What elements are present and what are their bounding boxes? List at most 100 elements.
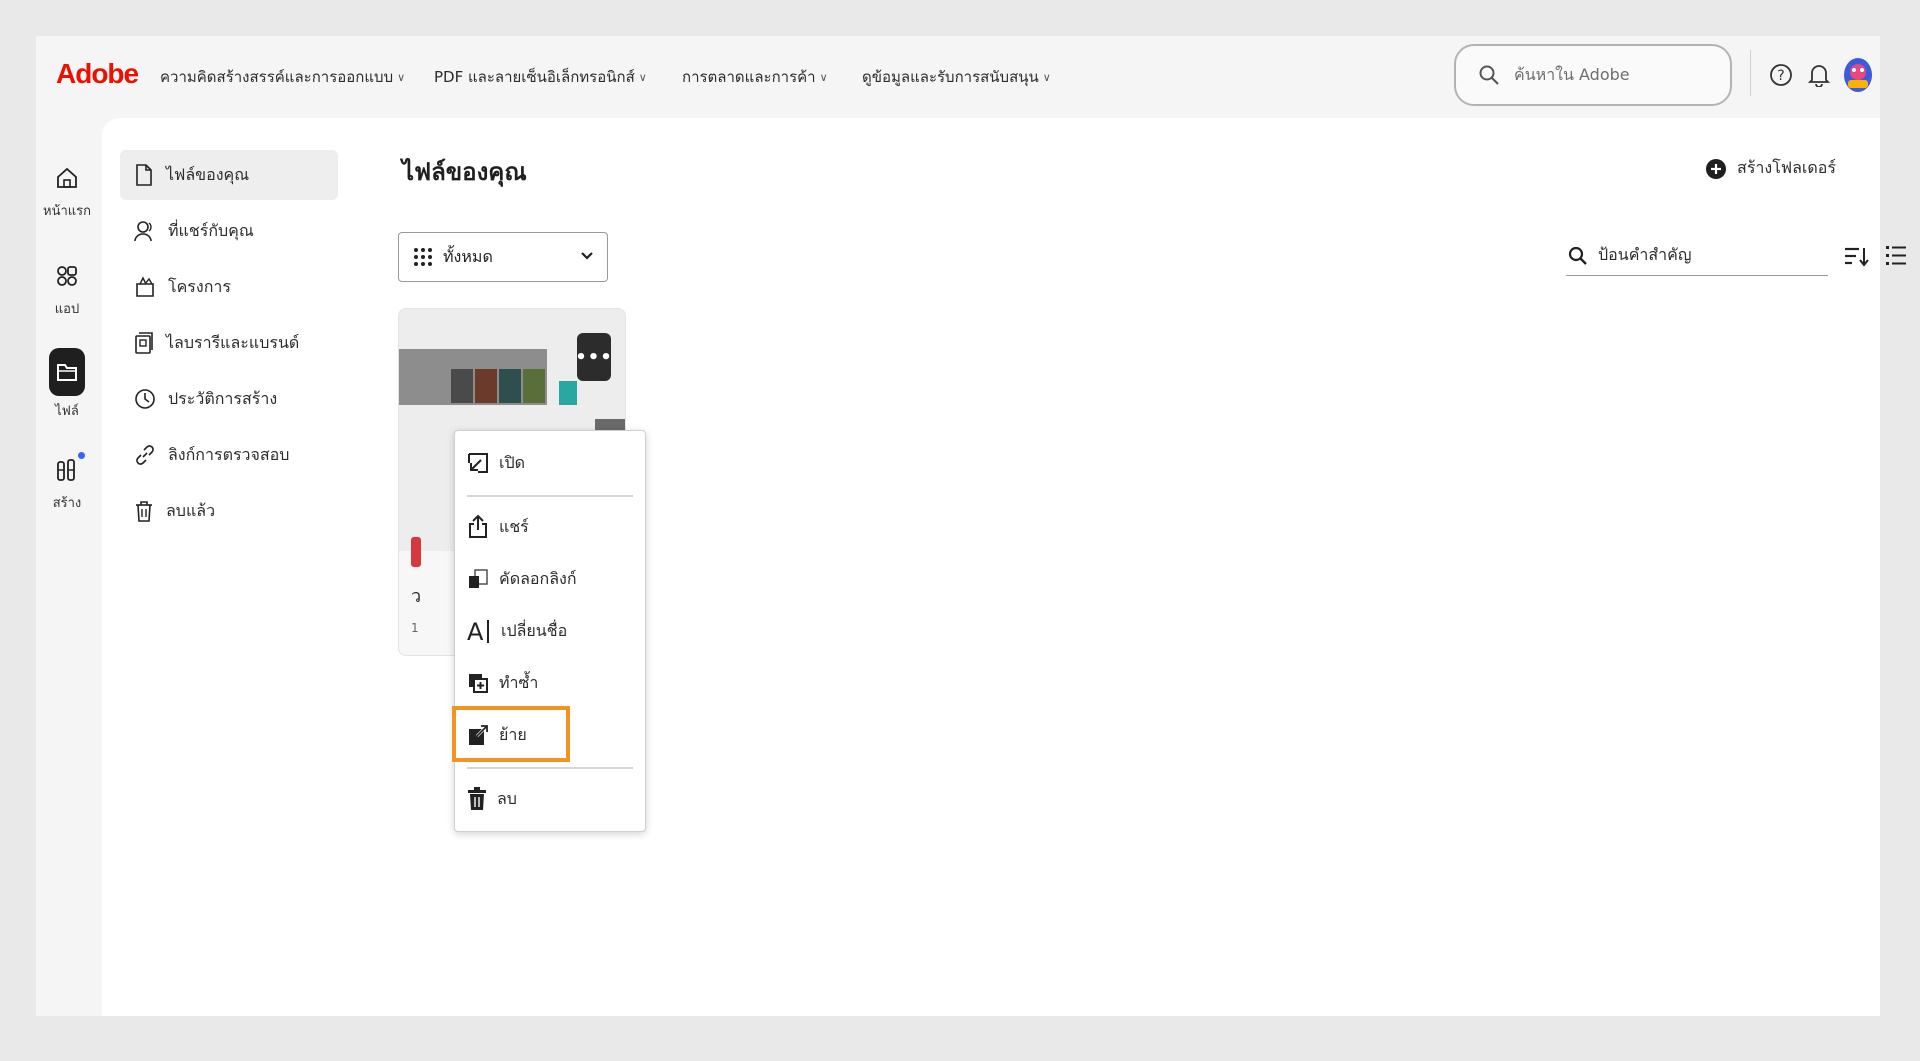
menu-item-label: แชร์	[499, 516, 529, 536]
link-icon	[136, 445, 154, 465]
menu-item-delete[interactable]: ลบ	[467, 779, 635, 819]
delete-icon	[468, 787, 486, 810]
nav-support[interactable]: ดูข้อมูลและรับการสนับสนุน ∨	[862, 64, 1051, 90]
nav-creativity[interactable]: ความคิดสร้างสรรค์และการออกแบบ ∨	[160, 64, 405, 90]
trash-icon	[136, 501, 152, 522]
thumbnail-image	[559, 381, 577, 405]
projects-icon	[136, 276, 154, 297]
nav-pdf[interactable]: PDF และลายเซ็นอิเล็กทรอนิกส์ ∨	[434, 64, 647, 90]
adobe-logo[interactable]: Adobe	[56, 58, 139, 90]
keyword-search-input[interactable]: ป้อนคำสำคัญ	[1566, 236, 1828, 276]
sort-icon[interactable]	[1842, 242, 1870, 270]
sidebar-item-label: ประวัติการสร้าง	[168, 388, 278, 408]
menu-item-label: เปลี่ยนชื่อ	[501, 620, 568, 640]
duplicate-icon	[469, 674, 488, 693]
nav-marketing[interactable]: การตลาดและการค้า ∨	[682, 64, 828, 90]
filter-value: ทั้งหมด	[443, 246, 493, 266]
history-icon	[135, 389, 155, 409]
sidebar-item-label: ไฟล์ของคุณ	[166, 164, 250, 184]
file-type-badge	[411, 537, 421, 567]
bell-icon[interactable]	[1804, 60, 1834, 90]
menu-item-open[interactable]: เปิด	[467, 443, 635, 483]
folder-icon	[49, 348, 85, 396]
keyword-placeholder: ป้อนคำสำคัญ	[1598, 245, 1692, 264]
nav-label: PDF และลายเซ็นอิเล็กทรอนิกส์	[434, 68, 635, 86]
plus-circle-icon	[1706, 158, 1727, 179]
sidebar-item-projects[interactable]: โครงการ	[120, 262, 338, 312]
sidebar-item-libraries[interactable]: ไลบรารีและแบรนด์	[120, 318, 338, 368]
sidebar-item-deleted[interactable]: ลบแล้ว	[120, 486, 338, 536]
library-icon	[135, 332, 153, 354]
file-name: ว	[411, 586, 422, 607]
chevron-down-icon	[581, 252, 593, 260]
sidebar-item-label: ลบแล้ว	[166, 500, 216, 520]
menu-item-label: ทำซ้ำ	[499, 672, 539, 692]
rail-label: หน้าแรก	[43, 204, 91, 219]
grid-icon	[414, 248, 432, 266]
list-view-icon[interactable]	[1882, 242, 1910, 270]
sidebar-item-shared[interactable]: ที่แชร์กับคุณ	[120, 206, 338, 256]
chevron-down-icon: ∨	[819, 70, 828, 84]
thumbnail-image	[499, 369, 521, 403]
file-icon	[136, 164, 152, 186]
sidebar-item-label: ไลบรารีและแบรนด์	[166, 332, 300, 352]
menu-item-duplicate[interactable]: ทำซ้ำ	[467, 663, 635, 703]
menu-item-label: ลบ	[497, 788, 517, 808]
help-icon[interactable]: ?	[1766, 60, 1796, 90]
top-bar: Adobe ความคิดสร้างสรรค์และการออกแบบ ∨ PD…	[36, 36, 1880, 118]
app-window: Adobe ความคิดสร้างสรรค์และการออกแบบ ∨ PD…	[36, 36, 1906, 1016]
nav-label: การตลาดและการค้า	[682, 68, 816, 86]
rail-item-home[interactable]: หน้าแรก	[36, 160, 98, 221]
share-icon	[469, 515, 487, 538]
sidebar-item-label: ลิงก์การตรวจสอบ	[168, 444, 290, 464]
nav-label: ดูข้อมูลและรับการสนับสนุน	[862, 68, 1039, 86]
thumbnail-image	[523, 369, 545, 403]
thumbnail-image	[475, 369, 497, 403]
create-folder-button[interactable]: สร้างโฟลเดอร์	[1705, 156, 1836, 181]
rail-label: สร้าง	[52, 496, 82, 511]
menu-item-share[interactable]: แชร์	[467, 507, 635, 547]
notification-dot	[78, 452, 85, 459]
menu-item-label: เปิด	[499, 452, 526, 472]
menu-divider	[467, 495, 633, 497]
copy-link-icon	[469, 569, 488, 588]
apps-icon	[49, 258, 85, 294]
sidebar-item-history[interactable]: ประวัติการสร้าง	[120, 374, 338, 424]
shared-user-icon	[134, 221, 152, 242]
adobe-search-input[interactable]: ค้นหาใน Adobe	[1454, 44, 1732, 106]
menu-item-label: คัดลอกลิงก์	[499, 568, 577, 588]
sidebar-item-label: ที่แชร์กับคุณ	[168, 220, 254, 240]
file-meta: 1	[411, 621, 419, 635]
search-icon	[1568, 246, 1587, 265]
svg-text:A: A	[467, 618, 484, 644]
rename-icon: A	[467, 618, 489, 644]
chevron-down-icon: ∨	[1042, 70, 1051, 84]
page-title: ไฟล์ของคุณ	[402, 158, 527, 186]
context-menu: เปิด แชร์ คัดลอกลิงก์ A เปลี่ยนชื่อ ทำซ้…	[454, 430, 646, 832]
sidebar-item-label: โครงการ	[168, 276, 231, 296]
create-icon	[49, 452, 85, 488]
rail-item-files[interactable]: ไฟล์	[36, 348, 98, 421]
sidebar-item-your-files[interactable]: ไฟล์ของคุณ	[120, 150, 338, 200]
open-icon	[468, 453, 488, 473]
more-options-button[interactable]: •••	[575, 333, 612, 381]
rail-item-create[interactable]: สร้าง	[36, 452, 98, 513]
avatar[interactable]	[1842, 56, 1874, 94]
search-placeholder: ค้นหาใน Adobe	[1514, 64, 1630, 84]
chevron-down-icon: ∨	[397, 70, 406, 84]
rail-label: แอป	[54, 302, 80, 317]
search-icon	[1479, 65, 1499, 85]
chevron-down-icon: ∨	[638, 70, 647, 84]
move-highlight-box	[452, 706, 570, 762]
nav-label: ความคิดสร้างสรรค์และการออกแบบ	[160, 68, 394, 86]
sidebar-item-review-links[interactable]: ลิงก์การตรวจสอบ	[120, 430, 338, 480]
menu-divider	[467, 767, 633, 769]
content-panel: ไฟล์ของคุณ ที่แชร์กับคุณ โครงการ ไลบรารี…	[102, 118, 1906, 1016]
menu-item-copy-link[interactable]: คัดลอกลิงก์	[467, 559, 635, 599]
home-icon	[49, 160, 85, 196]
create-folder-label: สร้างโฟลเดอร์	[1737, 158, 1836, 177]
filter-dropdown[interactable]: ทั้งหมด	[398, 232, 608, 282]
thumbnail-image	[451, 369, 473, 403]
rail-item-apps[interactable]: แอป	[36, 258, 98, 319]
menu-item-rename[interactable]: A เปลี่ยนชื่อ	[467, 611, 635, 651]
